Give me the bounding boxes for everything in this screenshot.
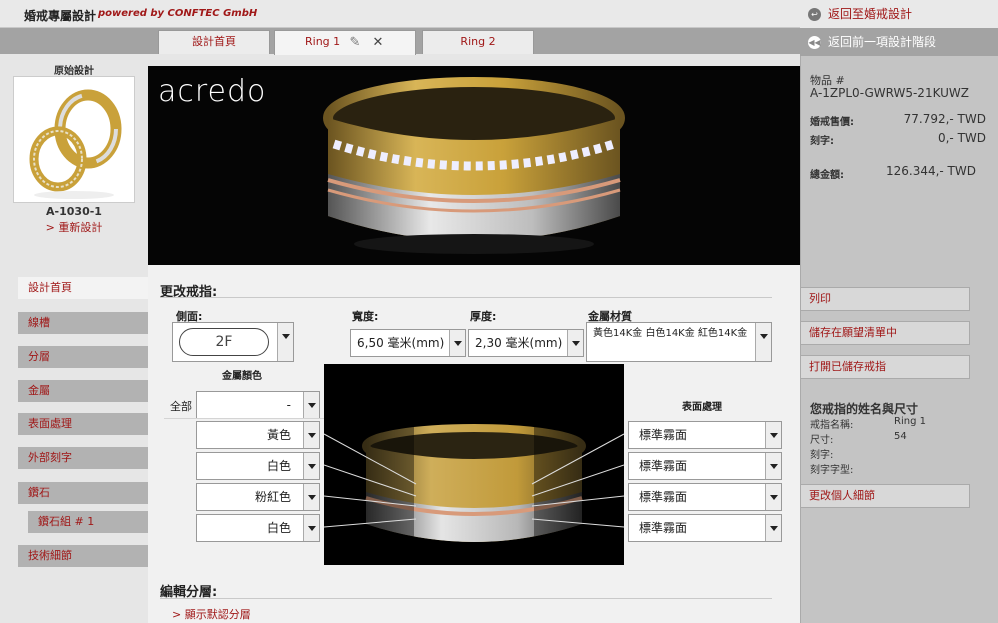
tab-label: Ring 2 bbox=[460, 35, 496, 48]
show-default-layers-link[interactable]: > 顯示默認分層 bbox=[172, 606, 251, 622]
engrave-price-label: 刻字: bbox=[810, 136, 834, 147]
original-ring-thumbnail[interactable] bbox=[13, 76, 135, 203]
layer-1-surface-select[interactable]: 標準霧面 bbox=[628, 421, 782, 449]
original-design-label: 原始設計 bbox=[54, 66, 94, 77]
tab-bar: 設計首頁 Ring 1 ✎ ✕ Ring 2 bbox=[0, 28, 800, 55]
original-design-code: A-1030-1 bbox=[46, 205, 102, 218]
ring-name-label: 戒指名稱: bbox=[810, 420, 854, 431]
all-label: 全部 bbox=[170, 400, 192, 413]
layer-4-surface-select[interactable]: 標準霧面 bbox=[628, 514, 782, 542]
engrave-text-label: 刻字: bbox=[810, 450, 834, 461]
chevron-down-icon bbox=[765, 515, 781, 541]
tab-ring-1[interactable]: Ring 1 ✎ ✕ bbox=[274, 30, 416, 55]
tab-label: Ring 1 bbox=[305, 35, 341, 48]
layer-2-surface: 標準霧面 bbox=[639, 459, 688, 473]
total-label: 總金額: bbox=[810, 170, 844, 181]
thickness-label: 厚度: bbox=[470, 310, 497, 323]
back-step-button[interactable]: ◀◀ 返回前一項設計階段 bbox=[800, 28, 998, 56]
print-button[interactable]: 列印 bbox=[800, 287, 970, 311]
nav-metal[interactable]: 金屬 bbox=[18, 380, 148, 402]
app-title: 婚戒專屬設計 bbox=[24, 9, 97, 23]
all-color-select[interactable]: - bbox=[196, 391, 320, 419]
chevron-down-icon bbox=[765, 484, 781, 510]
engrave-price-value: 0,- TWD bbox=[937, 131, 986, 145]
chevron-down-icon bbox=[765, 453, 781, 479]
tab-design-home[interactable]: 設計首頁 bbox=[158, 30, 270, 54]
layer-2-surface-select[interactable]: 標準霧面 bbox=[628, 452, 782, 480]
layer-2-color: 白色 bbox=[266, 459, 291, 473]
nav-design-home[interactable]: 設計首頁 bbox=[18, 277, 148, 299]
width-label: 寬度: bbox=[352, 310, 379, 323]
size-label: 尺寸: bbox=[810, 435, 834, 446]
nav-technical-details[interactable]: 技術細節 bbox=[18, 545, 148, 567]
chevron-down-icon bbox=[303, 484, 319, 510]
all-color-value: - bbox=[286, 398, 291, 412]
layer-4-surface: 標準霧面 bbox=[639, 521, 688, 535]
layer-3-surface-select[interactable]: 標準霧面 bbox=[628, 483, 782, 511]
chevron-down-icon bbox=[303, 422, 319, 448]
width-value: 6,50 毫米(mm) bbox=[357, 336, 445, 350]
section-divider bbox=[160, 598, 772, 599]
layer-3-surface: 標準霧面 bbox=[639, 490, 688, 504]
surface-label: 表面處理 bbox=[682, 402, 722, 413]
thickness-value: 2,30 毫米(mm) bbox=[475, 336, 563, 350]
chevron-down-icon bbox=[567, 330, 583, 356]
layer-4-color-select[interactable]: 白色 bbox=[196, 514, 320, 542]
chevron-down-icon bbox=[449, 330, 465, 356]
powered-by: powered by CONFTEC GmbH bbox=[98, 8, 258, 19]
nav-diamond-set-1[interactable]: 鑽石組 # 1 bbox=[28, 511, 148, 533]
save-wishlist-button[interactable]: 儲存在願望清單中 bbox=[800, 321, 970, 345]
change-personal-details-button[interactable]: 更改個人細節 bbox=[800, 484, 970, 508]
back-to-design-button[interactable]: ↩ 返回至婚戒設計 bbox=[800, 0, 998, 28]
chevron-down-icon bbox=[765, 422, 781, 448]
owner-section-title: 您戒指的姓名與尺寸 bbox=[810, 402, 919, 416]
open-saved-button[interactable]: 打開已儲存戒指 bbox=[800, 355, 970, 379]
nav-surface[interactable]: 表面處理 bbox=[18, 413, 148, 435]
rewind-icon: ◀◀ bbox=[808, 36, 821, 49]
material-value: 黃色14K金 白色14K金 紅色14K金 bbox=[593, 328, 748, 339]
price-value: 77.792,- TWD bbox=[903, 112, 986, 126]
tab-ring-2[interactable]: Ring 2 bbox=[422, 30, 534, 54]
return-icon: ↩ bbox=[808, 8, 821, 21]
brand-logo: acredo bbox=[158, 74, 267, 109]
price-label: 婚戒售價: bbox=[810, 117, 854, 128]
nav-layers[interactable]: 分層 bbox=[18, 346, 148, 368]
back-step-label: 返回前一項設計階段 bbox=[828, 35, 937, 49]
section-divider bbox=[160, 297, 772, 298]
layer-preview-image bbox=[324, 364, 624, 565]
engrave-font-label: 刻字字型: bbox=[810, 465, 854, 476]
chevron-down-icon bbox=[303, 515, 319, 541]
item-code: A-1ZPL0-GWRW5-21KUWZ bbox=[810, 86, 969, 100]
metal-color-label: 金屬顏色 bbox=[222, 371, 262, 382]
chevron-down-icon bbox=[303, 453, 319, 479]
profile-select[interactable]: 2F bbox=[172, 322, 294, 362]
back-to-design-label: 返回至婚戒設計 bbox=[828, 7, 913, 21]
tab-label: 設計首頁 bbox=[192, 35, 236, 48]
layer-3-color-select[interactable]: 粉紅色 bbox=[196, 483, 320, 511]
material-select[interactable]: 黃色14K金 白色14K金 紅色14K金 bbox=[586, 322, 772, 362]
layer-1-surface: 標準霧面 bbox=[639, 428, 688, 442]
redesign-link[interactable]: > 重新設計 bbox=[0, 219, 148, 235]
ring-name-value: Ring 1 bbox=[894, 416, 926, 427]
close-icon[interactable]: ✕ bbox=[371, 36, 385, 50]
nav-diamonds[interactable]: 鑽石 bbox=[18, 482, 148, 504]
profile-value: 2F bbox=[179, 328, 269, 356]
total-value: 126.344,- TWD bbox=[885, 164, 976, 178]
layer-2-color-select[interactable]: 白色 bbox=[196, 452, 320, 480]
chevron-down-icon bbox=[277, 323, 293, 361]
nav-engraving[interactable]: 外部刻字 bbox=[18, 447, 148, 469]
pencil-icon[interactable]: ✎ bbox=[348, 36, 362, 50]
width-select[interactable]: 6,50 毫米(mm) bbox=[350, 329, 466, 357]
size-value: 54 bbox=[894, 431, 907, 442]
chevron-down-icon bbox=[303, 392, 319, 418]
layer-3-color: 粉紅色 bbox=[254, 490, 291, 504]
layer-4-color: 白色 bbox=[266, 521, 291, 535]
layer-1-color-select[interactable]: 黃色 bbox=[196, 421, 320, 449]
chevron-down-icon bbox=[755, 323, 771, 361]
thickness-select[interactable]: 2,30 毫米(mm) bbox=[468, 329, 584, 357]
divider bbox=[164, 418, 324, 419]
layer-1-color: 黃色 bbox=[266, 428, 291, 442]
nav-groove[interactable]: 線槽 bbox=[18, 312, 148, 334]
